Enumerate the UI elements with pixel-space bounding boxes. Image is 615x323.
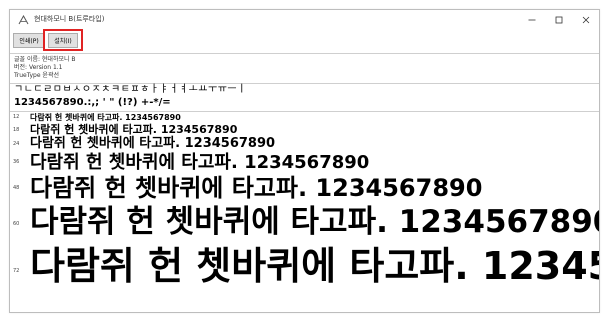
title-bar[interactable]: 현대하모니 B(트루타입): [10, 10, 599, 30]
size-label: 12: [13, 114, 20, 120]
size-label: 60: [13, 221, 20, 227]
font-info: 글꼴 이름: 현대하모니 B 버전: Version 1.1 TrueType …: [14, 56, 76, 80]
maximize-button[interactable]: [545, 10, 572, 30]
font-name-label: 글꼴 이름: 현대하모니 B: [14, 56, 76, 63]
font-viewer-window: 현대하모니 B(트루타입) 인쇄(P) 설치(I) 글꼴 이름: 현대하모니 B…: [9, 9, 600, 313]
divider: [10, 53, 599, 54]
close-button[interactable]: [572, 10, 599, 30]
charset-symbols: 1234567890.:,; ' " (!?) +-*/=: [14, 97, 171, 108]
window-controls: [518, 10, 599, 30]
charset-jamo: ㄱㄴㄷㄹㅁㅂㅅㅇㅈㅊㅋㅌㅍㅎㅏㅑㅓㅕㅗㅛㅜㅠㅡㅣ: [14, 84, 247, 95]
font-version-label: 버전: Version 1.1: [14, 64, 63, 71]
screen: 현대하모니 B(트루타입) 인쇄(P) 설치(I) 글꼴 이름: 현대하모니 B…: [0, 0, 615, 323]
minimize-button[interactable]: [518, 10, 545, 30]
size-label: 24: [13, 141, 20, 147]
window-title: 현대하모니 B(트루타입): [34, 15, 105, 23]
sample-text: 다람쥐 헌 쳇바퀴에 타고파. 1234567890: [30, 244, 599, 288]
font-type-label: TrueType 윤곽선: [14, 72, 59, 79]
size-label: 36: [13, 159, 20, 165]
size-label: 48: [13, 185, 20, 191]
toolbar: 인쇄(P) 설치(I): [10, 29, 599, 54]
minimize-icon: [528, 19, 535, 21]
close-icon: [582, 16, 589, 24]
sample-row-72: 72 다람쥐 헌 쳇바퀴에 타고파. 1234567890: [10, 238, 599, 298]
size-label: 18: [13, 127, 20, 133]
install-button-highlight: [43, 29, 83, 51]
print-button[interactable]: 인쇄(P): [13, 33, 45, 48]
font-file-icon: [18, 15, 29, 25]
maximize-icon: [555, 16, 562, 24]
size-label: 72: [13, 268, 20, 274]
